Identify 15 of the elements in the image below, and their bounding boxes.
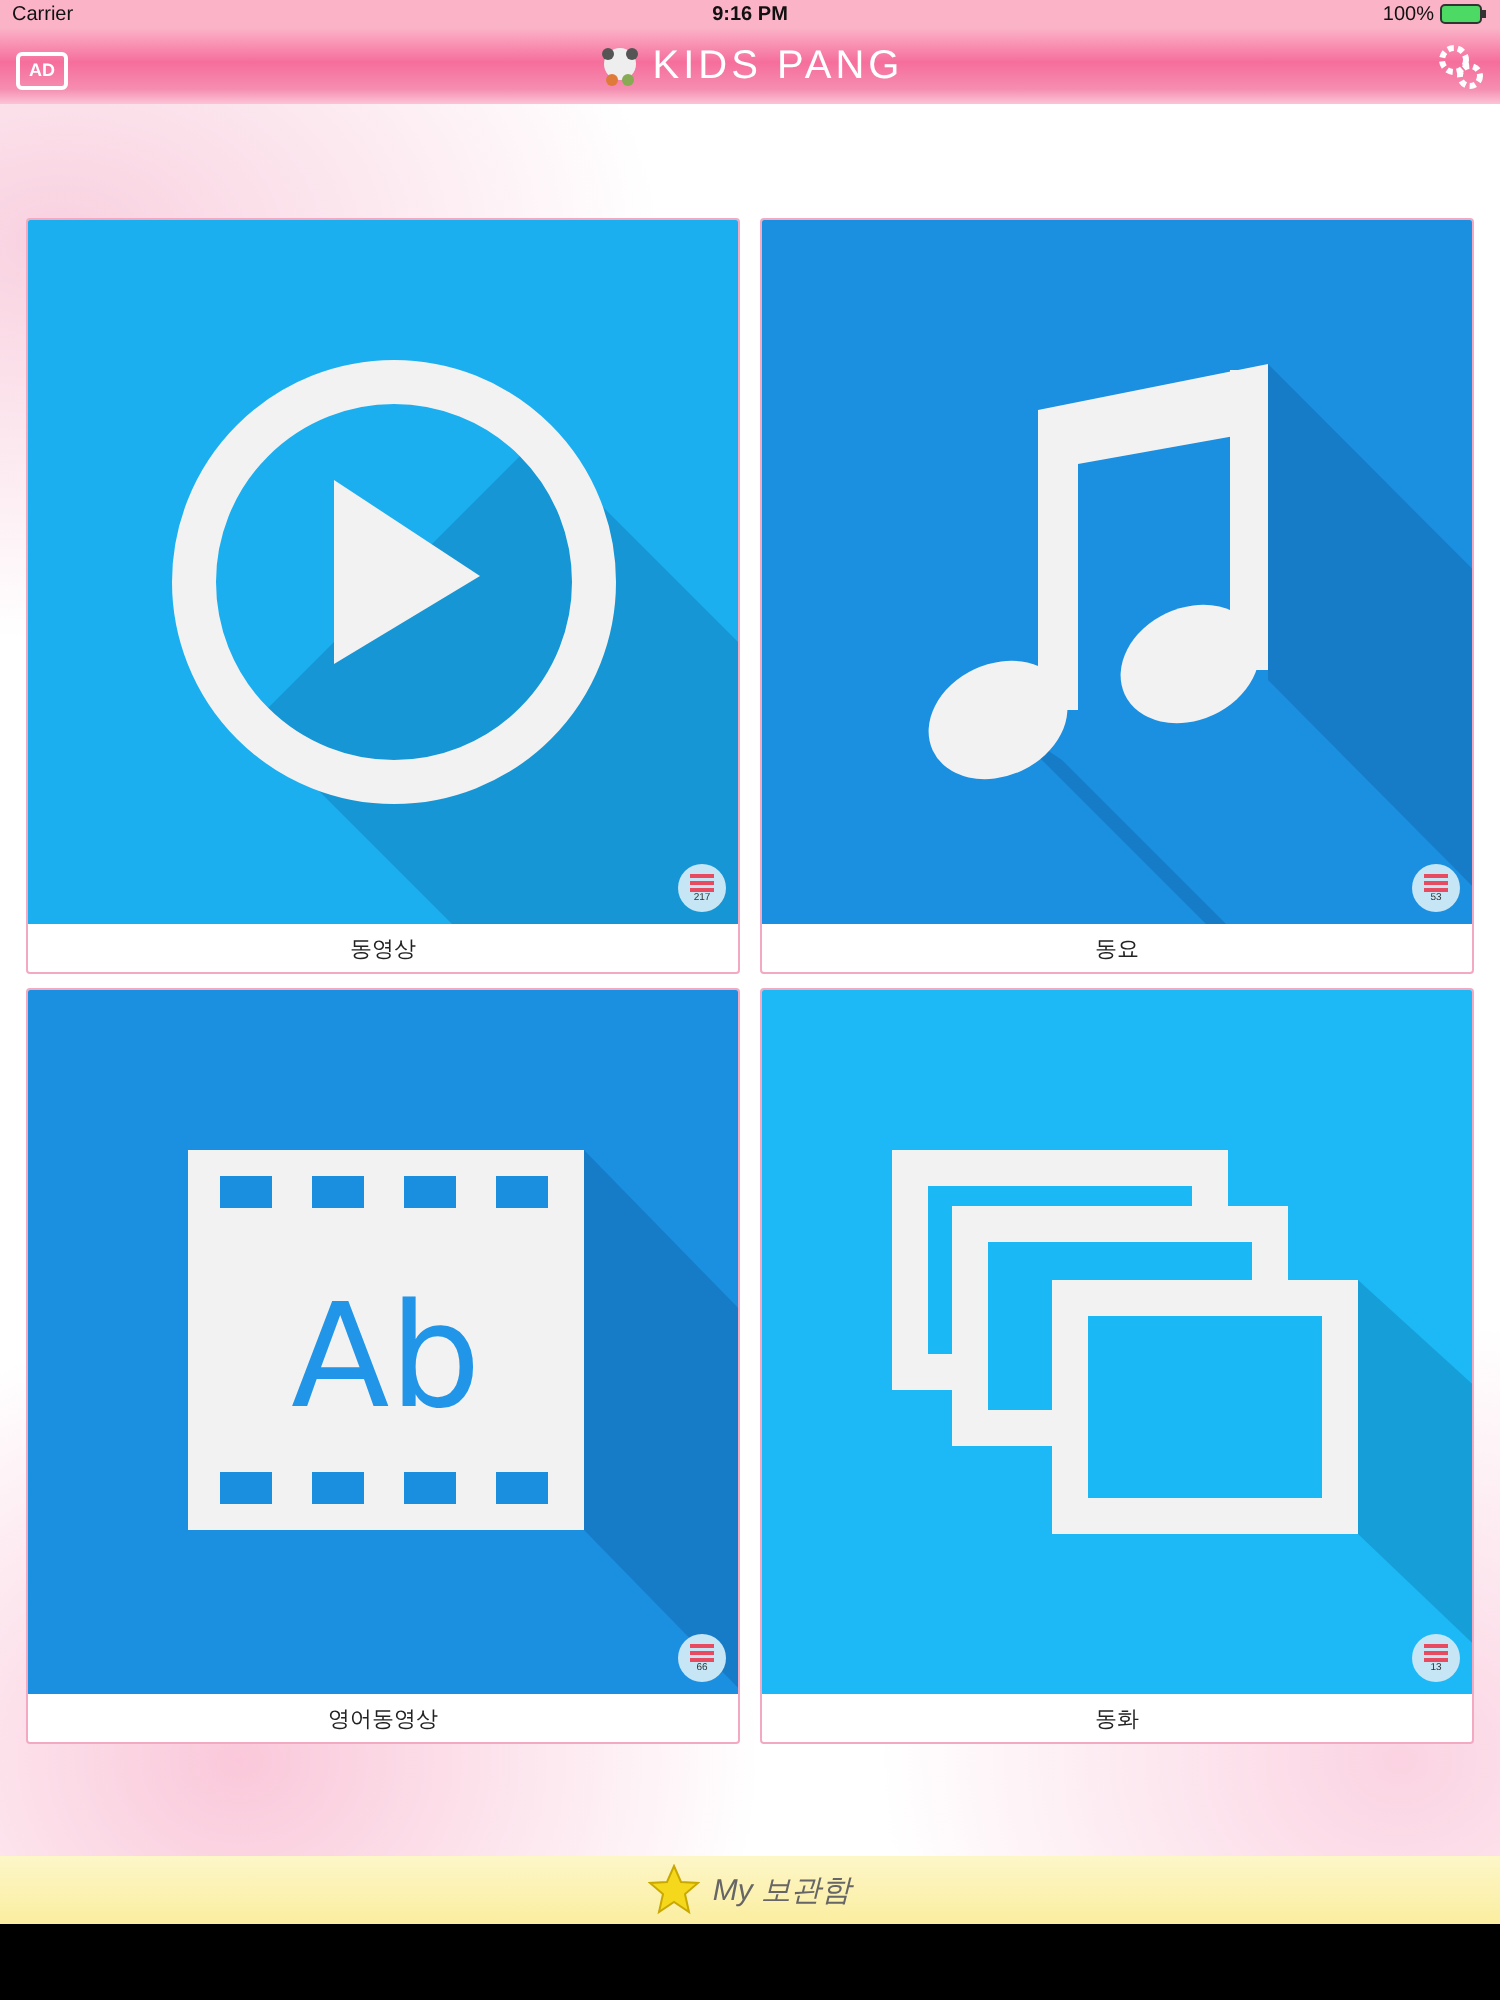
battery-text: 100% xyxy=(1382,3,1434,25)
star-icon xyxy=(648,1864,701,1916)
settings-icon[interactable] xyxy=(1436,42,1484,90)
play-icon xyxy=(172,360,738,924)
battery-icon xyxy=(1440,4,1488,24)
my-storage-link[interactable]: My 보관함 xyxy=(712,1871,852,1909)
list-icon xyxy=(690,873,714,891)
music-note-icon xyxy=(928,364,1472,924)
list-icon xyxy=(690,1643,714,1661)
list-icon xyxy=(1424,1643,1448,1661)
list-icon xyxy=(1424,873,1448,891)
clock-text: 9:16 PM xyxy=(712,3,788,25)
carrier-text: Carrier xyxy=(12,3,74,25)
panda-icon xyxy=(600,46,641,86)
app-title: KIDS PANG xyxy=(652,43,904,89)
